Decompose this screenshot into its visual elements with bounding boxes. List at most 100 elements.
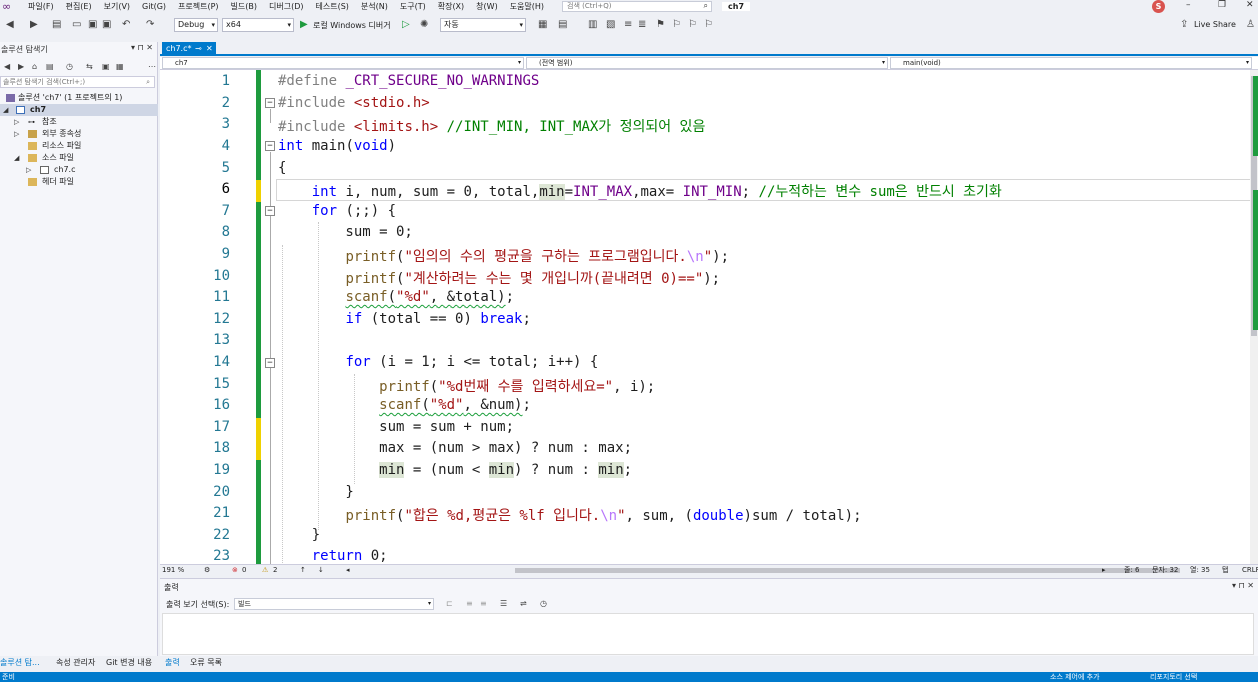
code-editor[interactable]: − − − − 1 2 3 4 5 6 7 8 9 10 11 12 13 14… bbox=[160, 70, 1258, 564]
user-avatar[interactable]: S bbox=[1152, 0, 1165, 13]
feedback-icon[interactable]: ♙ bbox=[1246, 19, 1255, 30]
menu-project[interactable]: 프로젝트(P) bbox=[178, 1, 219, 12]
fold-toggle[interactable]: − bbox=[265, 206, 275, 216]
tree-item-external-deps[interactable]: ▷ 외부 종속성 bbox=[0, 128, 158, 140]
tree-item-project[interactable]: ◢ ch7 bbox=[0, 104, 158, 116]
toolbar-tool-icon[interactable]: ▥ bbox=[588, 19, 597, 30]
open-file-icon[interactable]: ▭ bbox=[72, 19, 81, 30]
auto-select[interactable]: 자동 ▾ bbox=[440, 18, 526, 32]
code-line[interactable]: scanf("%d", &num); bbox=[278, 397, 531, 413]
function-select[interactable]: main(void) ▾ bbox=[890, 57, 1252, 69]
pin-icon[interactable]: ⊸ bbox=[195, 42, 202, 56]
code-line[interactable]: printf("%d번째 수를 입력하세요=", i); bbox=[278, 376, 655, 396]
tree-item-source-files[interactable]: ◢ 소스 파일 bbox=[0, 152, 158, 164]
code-line[interactable]: for (;;) { bbox=[278, 203, 396, 219]
vertical-scrollbar[interactable] bbox=[1250, 70, 1258, 564]
platform-select[interactable]: x64 ▾ bbox=[222, 18, 294, 32]
tab-indicator[interactable]: 탭 bbox=[1222, 565, 1228, 576]
fold-toggle[interactable]: − bbox=[265, 358, 275, 368]
menu-test[interactable]: 테스트(S) bbox=[316, 1, 349, 12]
code-line[interactable]: { bbox=[278, 160, 286, 176]
tab-ch7-c[interactable]: ch7.c* ⊸ ✕ bbox=[162, 42, 216, 56]
switch-view-icon[interactable]: ▤ bbox=[46, 61, 54, 72]
code-line[interactable]: int i, num, sum = 0, total,min=INT_MAX,m… bbox=[278, 181, 1002, 201]
clear-all-icon[interactable]: ☰ bbox=[500, 598, 507, 609]
live-share-icon[interactable]: ⇪ bbox=[1180, 19, 1188, 30]
bookmark-clear-icon[interactable]: ⚐ bbox=[704, 19, 713, 30]
warning-icon[interactable]: ⚠ bbox=[262, 565, 268, 576]
tree-item-header-files[interactable]: 헤더 파일 bbox=[0, 176, 158, 188]
tab-error-list[interactable]: 오류 목록 bbox=[190, 657, 222, 668]
start-debug-icon[interactable]: ▶ bbox=[300, 19, 308, 30]
live-share-button[interactable]: Live Share bbox=[1194, 20, 1236, 29]
tab-property-manager[interactable]: 속성 관리자 bbox=[56, 657, 95, 668]
code-line[interactable]: #define _CRT_SECURE_NO_WARNINGS bbox=[278, 73, 539, 89]
menu-debug[interactable]: 디버그(D) bbox=[269, 1, 303, 12]
code-line[interactable]: printf("계산하려는 수는 몇 개입니까(끝내려면 0)=="); bbox=[278, 268, 720, 288]
prev-message-icon[interactable]: ≡ bbox=[466, 598, 473, 609]
output-text-area[interactable] bbox=[162, 613, 1254, 655]
code-line[interactable]: sum = sum + num; bbox=[278, 419, 514, 435]
bookmark-next-icon[interactable]: ⚐ bbox=[688, 19, 697, 30]
expand-arrow-icon[interactable]: ◢ bbox=[3, 104, 8, 116]
scroll-left-icon[interactable]: ◂ bbox=[346, 565, 350, 576]
add-to-source-control-button[interactable]: 소스 제어에 추가 bbox=[1050, 672, 1100, 682]
code-line[interactable]: } bbox=[278, 527, 320, 543]
scroll-right-icon[interactable]: ▸ bbox=[1102, 565, 1106, 576]
menu-analyze[interactable]: 분석(N) bbox=[361, 1, 388, 12]
toolbar-tool-icon[interactable]: ▦ bbox=[538, 19, 547, 30]
redo-icon[interactable]: ↷ bbox=[146, 19, 154, 30]
menu-help[interactable]: 도움말(H) bbox=[510, 1, 544, 12]
back-icon[interactable]: ◀ bbox=[4, 61, 10, 72]
up-arrow-icon[interactable]: ↑ bbox=[300, 565, 306, 576]
code-line[interactable]: max = (num > max) ? num : max; bbox=[278, 440, 632, 456]
zoom-select[interactable]: 191 % bbox=[162, 565, 184, 576]
code-line[interactable]: min = (num < min) ? num : min; bbox=[278, 462, 632, 478]
new-project-icon[interactable]: ▤ bbox=[52, 19, 61, 30]
collapse-arrow-icon[interactable]: ▷ bbox=[14, 116, 19, 128]
tab-output[interactable]: 출력 bbox=[165, 657, 180, 668]
back-icon[interactable]: ◀ bbox=[6, 19, 14, 30]
down-arrow-icon[interactable]: ↓ bbox=[318, 565, 324, 576]
pin-icon[interactable]: ⊓ bbox=[138, 43, 144, 52]
config-select[interactable]: Debug ▾ bbox=[174, 18, 218, 32]
properties-icon[interactable]: ⋯ bbox=[148, 61, 156, 72]
collapse-arrow-icon[interactable]: ▷ bbox=[26, 164, 31, 176]
hot-reload-icon[interactable]: ✺ bbox=[420, 19, 428, 30]
code-line[interactable]: #include <stdio.h> bbox=[278, 95, 430, 111]
expand-arrow-icon[interactable]: ◢ bbox=[14, 152, 19, 164]
pending-changes-icon[interactable]: ◷ bbox=[66, 61, 73, 72]
output-source-select[interactable]: 빌드 ▾ bbox=[234, 598, 434, 610]
menu-extensions[interactable]: 확장(X) bbox=[438, 1, 464, 12]
code-line[interactable]: } bbox=[278, 484, 353, 500]
find-message-icon[interactable]: ⊏ bbox=[446, 598, 453, 609]
tab-solution-explorer[interactable]: 솔루션 탐... bbox=[0, 657, 40, 668]
menu-git[interactable]: Git(G) bbox=[142, 2, 166, 11]
close-icon[interactable]: ✕ bbox=[146, 43, 153, 52]
menu-file[interactable]: 파일(F) bbox=[28, 1, 54, 12]
code-line[interactable]: sum = 0; bbox=[278, 224, 412, 240]
project-select[interactable]: ch7 ▾ bbox=[162, 57, 524, 69]
menu-window[interactable]: 창(W) bbox=[476, 1, 498, 12]
intellicode-icon[interactable]: ⚙ bbox=[204, 565, 210, 576]
close-icon[interactable]: ✕ bbox=[1247, 581, 1254, 590]
select-repository-button[interactable]: 리포지토리 선택 bbox=[1150, 672, 1197, 682]
warning-count[interactable]: 2 bbox=[273, 565, 277, 576]
comment-icon[interactable]: ≡ bbox=[624, 19, 632, 30]
error-icon[interactable]: ⊗ bbox=[232, 565, 238, 576]
toolbar-tool-icon[interactable]: ▤ bbox=[558, 19, 567, 30]
uncomment-icon[interactable]: ≣ bbox=[638, 19, 646, 30]
code-line[interactable]: if (total == 0) break; bbox=[278, 311, 530, 327]
scope-select[interactable]: (전역 범위) ▾ bbox=[526, 57, 888, 69]
menu-view[interactable]: 보기(V) bbox=[104, 1, 130, 12]
collapse-all-icon[interactable]: ▣ bbox=[102, 61, 110, 72]
pin-icon[interactable]: ⊓ bbox=[1239, 581, 1245, 590]
chevron-down-icon[interactable]: ▾ bbox=[1232, 581, 1236, 590]
home-icon[interactable]: ⌂ bbox=[32, 61, 37, 72]
error-count[interactable]: 0 bbox=[242, 565, 246, 576]
collapse-arrow-icon[interactable]: ▷ bbox=[14, 128, 19, 140]
fold-toggle[interactable]: − bbox=[265, 98, 275, 108]
menu-edit[interactable]: 편집(E) bbox=[66, 1, 92, 12]
glyph-margin[interactable] bbox=[160, 70, 182, 564]
clock-icon[interactable]: ◷ bbox=[540, 598, 547, 609]
